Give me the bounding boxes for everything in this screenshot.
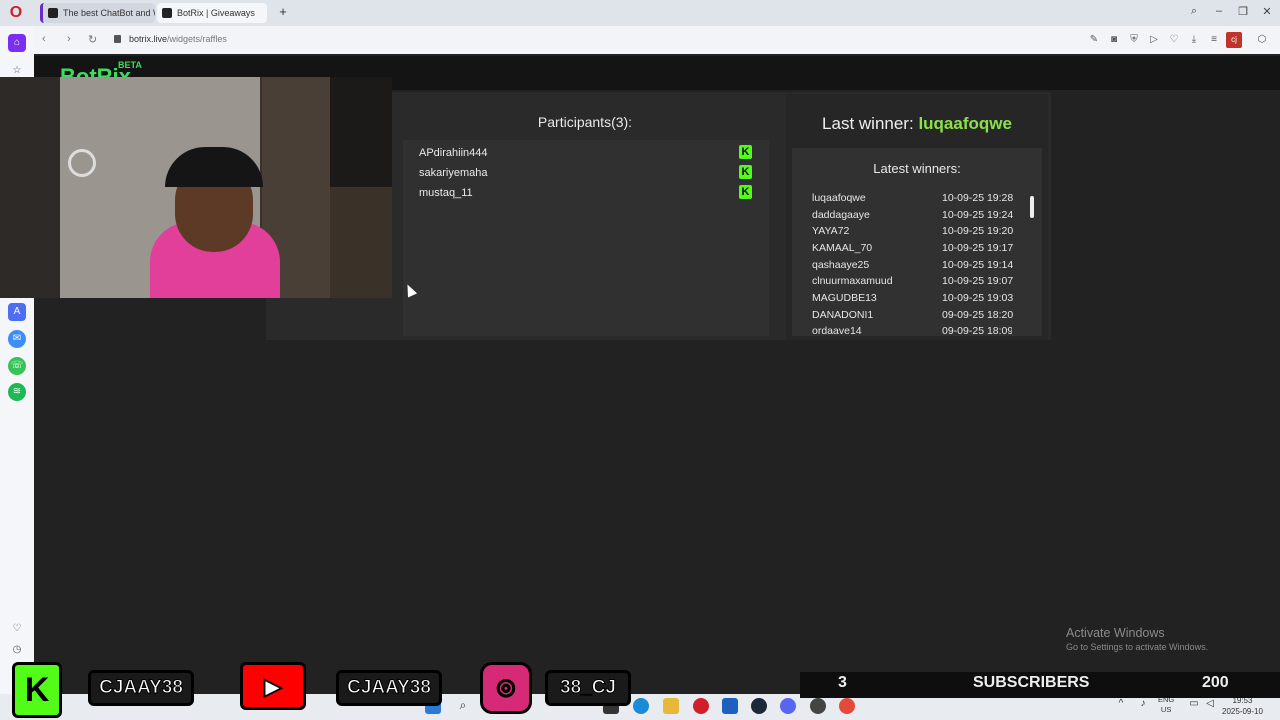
winner-name: ordaave14 [812, 325, 862, 336]
messenger-icon[interactable]: ✉ [8, 330, 26, 348]
forward-icon[interactable]: › [67, 33, 71, 45]
activate-title: Activate Windows [1066, 626, 1165, 640]
kick-icon: K [739, 145, 752, 159]
kick-icon: K [739, 185, 752, 199]
activate-subtitle: Go to Settings to activate Windows. [1066, 642, 1209, 652]
winner-name: daddagaaye [812, 209, 870, 221]
whatsapp-icon[interactable]: ☏ [8, 357, 26, 375]
url-host: botrix.live [129, 34, 168, 44]
participant-name: mustaq_11 [419, 187, 473, 199]
webcam-shelf [0, 77, 60, 298]
participants-title: Participants(3): [537, 114, 633, 130]
play-icon[interactable]: ▷ [1148, 34, 1160, 46]
youtube-handle: CJAAY38 [336, 670, 442, 706]
winner-date: 10-09-25 19:07 [942, 275, 1014, 287]
goal-current: 3 [838, 674, 847, 691]
winner-date: 10-09-25 19:20 [942, 225, 1014, 237]
scrollbar-thumb[interactable] [1030, 196, 1034, 218]
list-item: KAMAAL_70 10-09-25 19:17 [812, 242, 1014, 254]
heart-icon[interactable]: ♡ [1168, 34, 1180, 46]
shield-icon[interactable]: ⛨ [1128, 34, 1140, 46]
home-icon[interactable]: ⌂ [8, 34, 26, 52]
list-item: daddagaaye 10-09-25 19:24 [812, 209, 1014, 221]
winner-name: qashaaye25 [812, 259, 870, 271]
participant-name: sakariyemaha [419, 167, 488, 179]
winner-date: 10-09-25 19:28 [942, 192, 1014, 204]
last-winner: Last winner: luqaafoqwe [786, 114, 1048, 134]
camera-icon[interactable]: ◙ [1108, 34, 1120, 46]
appstore-icon[interactable]: A [8, 303, 26, 321]
tab-favicon-icon [162, 8, 172, 18]
kick-handle: CJAAY38 [88, 670, 194, 706]
participants-list: APdirahiin444 K sakariyemaha K mustaq_11… [403, 140, 769, 336]
stream-overlay: 3 SUBSCRIBERS 200 K CJAAY38 ▶ CJAAY38 ◎ … [0, 660, 1280, 720]
download-icon[interactable]: ⤓ [1188, 34, 1200, 46]
url-path: /widgets/raffles [167, 34, 227, 44]
last-winner-name: luqaafoqwe [918, 114, 1012, 133]
winner-date: 10-09-25 19:14 [942, 259, 1014, 271]
close-window-icon[interactable]: ✕ [1259, 5, 1275, 18]
browser-tab-strip: O The best ChatBot and Wid BotRix | Give… [0, 0, 1280, 26]
edit-icon[interactable]: ✎ [1088, 34, 1100, 46]
winner-name: MAGUDBE13 [812, 292, 877, 304]
winner-date: 10-09-25 19:17 [942, 242, 1014, 254]
spotify-icon[interactable]: ≋ [8, 383, 26, 401]
webcam-feed [0, 77, 392, 298]
instagram-handle: 38_CJ [545, 670, 631, 706]
heart-icon[interactable]: ♡ [8, 620, 26, 638]
list-item: qashaaye25 10-09-25 19:14 [812, 259, 1014, 271]
extensions-icon[interactable]: ⬡ [1256, 34, 1268, 46]
winner-name: luqaafoqwe [812, 192, 866, 204]
menu-icon[interactable]: ≡ [1208, 34, 1220, 46]
lock-icon [114, 35, 121, 43]
goal-target: 200 [1202, 674, 1229, 691]
last-winner-label: Last winner: [822, 114, 914, 133]
minimize-icon[interactable]: – [1211, 5, 1227, 17]
subscribers-label: SUBSCRIBERS [973, 674, 1090, 691]
winner-name: KAMAAL_70 [812, 242, 873, 254]
browser-tab-giveaways[interactable]: BotRix | Giveaways [157, 3, 267, 23]
instagram-icon: ◎ [480, 662, 532, 714]
kick-icon: K [739, 165, 752, 179]
list-item: ordaave14 09-09-25 18:09 [812, 325, 1012, 336]
back-icon[interactable]: ‹ [42, 33, 46, 45]
list-item: YAYA72 10-09-25 19:20 [812, 225, 1014, 237]
subscriber-goal-bar: 3 SUBSCRIBERS 200 [800, 672, 1280, 698]
winner-name: DANADONI1 [812, 309, 874, 321]
activate-windows-watermark: Activate Windows Go to Settings to activ… [1066, 626, 1208, 652]
participant-name: APdirahiin444 [419, 147, 488, 159]
latest-winners-title: Latest winners: [873, 161, 961, 176]
browser-tab-chatbot[interactable]: The best ChatBot and Wid [40, 3, 155, 23]
profile-avatar[interactable]: cj [1226, 32, 1242, 48]
winner-date: 09-09-25 18:20 [942, 309, 1014, 321]
winner-date: 09-09-25 18:09 [942, 325, 1012, 336]
maximize-icon[interactable]: ❐ [1235, 5, 1251, 18]
reload-icon[interactable]: ↻ [88, 33, 97, 46]
webcam-poster [330, 77, 392, 187]
list-item: clnuurmaxamuud 10-09-25 19:07 [812, 275, 1014, 287]
youtube-icon: ▶ [240, 662, 306, 710]
webcam-ringlight [68, 149, 96, 177]
search-tabs-icon[interactable]: ⌕ [1186, 5, 1202, 18]
list-item: luqaafoqwe 10-09-25 19:28 [812, 192, 1014, 204]
tab-title: The best ChatBot and Wid [63, 8, 155, 18]
beta-badge: BETA [118, 60, 142, 70]
winner-date: 10-09-25 19:03 [942, 292, 1014, 304]
list-item: DANADONI1 09-09-25 18:20 [812, 309, 1014, 321]
url-field[interactable]: botrix.live/widgets/raffles [129, 34, 227, 44]
latest-winners-list: Latest winners: luqaafoqwe 10-09-25 19:28… [792, 148, 1042, 336]
list-item: MAGUDBE13 10-09-25 19:03 [812, 292, 1014, 304]
scrollbar[interactable] [1030, 188, 1035, 333]
tab-favicon-icon [48, 8, 58, 18]
winner-date: 10-09-25 19:24 [942, 209, 1014, 221]
winner-name: YAYA72 [812, 225, 850, 237]
opera-logo-icon[interactable]: O [7, 4, 25, 22]
winner-name: clnuurmaxamuud [812, 275, 893, 287]
address-bar: ‹ › ↻ botrix.live/widgets/raffles ✎ ◙ ⛨ … [34, 26, 1280, 54]
kick-icon: K [12, 662, 62, 718]
winner-card: Last winner: luqaafoqwe Latest winners: … [786, 94, 1048, 340]
history-icon[interactable]: ◷ [8, 641, 26, 659]
tab-title: BotRix | Giveaways [177, 8, 255, 18]
new-tab-plus-icon[interactable]: + [276, 5, 290, 19]
